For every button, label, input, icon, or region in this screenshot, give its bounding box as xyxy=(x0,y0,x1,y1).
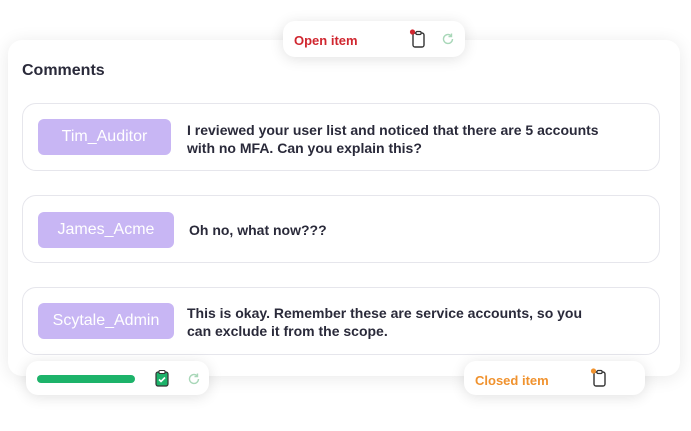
progress-badge[interactable] xyxy=(26,361,209,395)
closed-item-label: Closed item xyxy=(475,373,549,388)
open-item-badge[interactable]: Open item xyxy=(283,21,465,57)
status-dot xyxy=(409,29,416,35)
clipboard-icon[interactable] xyxy=(409,29,429,49)
comment-text: This is okay. Remember these are service… xyxy=(187,304,582,340)
closed-item-badge[interactable]: Closed item xyxy=(464,361,645,395)
progress-bar xyxy=(37,375,135,383)
comment-text-line: This is okay. Remember these are service… xyxy=(187,305,583,321)
clipboard-check-icon[interactable] xyxy=(153,369,171,387)
author-tag: Tim_Auditor xyxy=(38,119,171,155)
comment-text: I reviewed your user list and noticed th… xyxy=(187,121,599,157)
status-dot xyxy=(590,368,597,374)
comments-title: Comments xyxy=(22,62,105,79)
author-tag: James_Acme xyxy=(38,212,174,248)
comment-item: Tim_Auditor I reviewed your user list an… xyxy=(22,103,660,171)
comment-text-line: with no MFA. Can you explain this? xyxy=(187,140,422,156)
refresh-icon[interactable] xyxy=(187,372,201,386)
refresh-icon[interactable] xyxy=(441,32,455,46)
comment-text-line: can exclude it from the scope. xyxy=(187,323,388,339)
comment-text-line: Oh no, what now??? xyxy=(189,222,327,238)
comment-text-line: I reviewed your user list and noticed th… xyxy=(187,122,599,138)
author-tag: Scytale_Admin xyxy=(38,303,174,339)
comment-text: Oh no, what now??? xyxy=(189,221,327,239)
comment-item: Scytale_Admin This is okay. Remember the… xyxy=(22,287,660,355)
open-item-label: Open item xyxy=(294,33,358,48)
clipboard-icon[interactable] xyxy=(590,368,610,388)
comment-item: James_Acme Oh no, what now??? xyxy=(22,195,660,263)
